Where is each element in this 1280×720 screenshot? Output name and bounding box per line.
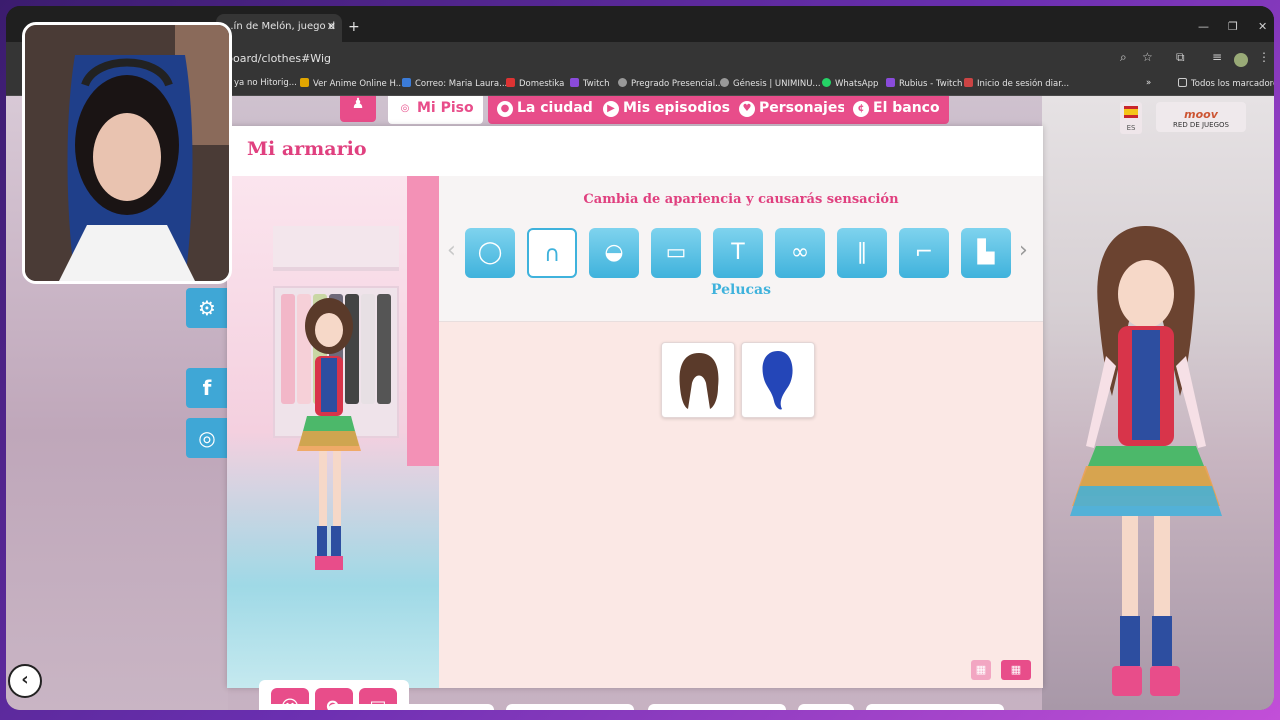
bookmark-6[interactable]: Pregrado Presencial... — [618, 78, 723, 89]
bookmark-icon — [964, 78, 973, 87]
bookmark-1[interactable]: ya no Hitorig... — [234, 78, 297, 88]
closet-shelf — [273, 226, 399, 271]
category-shirt[interactable]: T — [713, 228, 763, 278]
nav-la-ciudad[interactable]: ● La ciudad — [488, 96, 602, 124]
large-doll-character — [1070, 226, 1222, 696]
folder-icon — [1178, 78, 1187, 87]
closet-door — [407, 176, 439, 466]
category-hat[interactable]: ◒ — [589, 228, 639, 278]
item-brown-wig[interactable] — [661, 342, 735, 418]
bookmark-7[interactable]: Génesis | UNIMINU... — [720, 78, 821, 89]
bookmark-9[interactable]: Rubius - Twitch — [886, 78, 962, 89]
minimize-icon[interactable]: — — [1198, 20, 1209, 33]
all-bookmarks[interactable]: Todos los marcadores — [1178, 78, 1274, 89]
globe-icon — [618, 78, 627, 87]
whatsapp-icon — [822, 78, 831, 87]
zoom-icon[interactable]: ⌕ — [1120, 50, 1127, 65]
media-icon[interactable]: ≡ — [1212, 50, 1222, 64]
next-category-arrow-icon[interactable]: › — [1019, 238, 1028, 263]
facebook-icon[interactable]: f — [186, 368, 228, 408]
heart-icon: ♥ — [739, 101, 755, 117]
wardrobe-panel: Mi armario Cambia de apariencia y causar… — [227, 126, 1043, 710]
settings-gear-icon[interactable]: ⚙ — [186, 288, 228, 328]
bottom-tab[interactable] — [866, 704, 1004, 710]
bookmark-5[interactable]: Twitch — [570, 78, 610, 89]
mail-icon — [402, 78, 411, 87]
close-tab-icon[interactable]: ✕ — [327, 20, 336, 33]
avatar-nav-icon[interactable]: ♟ — [340, 96, 376, 122]
profile-avatar[interactable] — [1234, 53, 1248, 67]
instagram-icon[interactable]: ◎ — [186, 418, 228, 458]
extensions-icon[interactable]: ⧉ — [1176, 50, 1185, 65]
bookmark-4[interactable]: Domestika — [506, 78, 564, 89]
play-icon: ▶ — [603, 101, 619, 117]
category-header: Cambia de apariencia y causarás sensació… — [439, 176, 1043, 322]
category-jacket[interactable]: ▭ — [651, 228, 701, 278]
bottom-tab[interactable] — [264, 704, 314, 710]
small-doll-preview — [297, 298, 361, 570]
back-chevron-icon[interactable]: ‹ — [8, 664, 42, 698]
nav-el-banco[interactable]: ¢ El banco — [844, 96, 949, 124]
bottom-tab[interactable] — [506, 704, 634, 710]
webcam-overlay — [22, 22, 232, 284]
globe-icon — [720, 78, 729, 87]
wardrobe-main: Cambia de apariencia y causarás sensació… — [439, 176, 1043, 688]
language-flag[interactable]: ES — [1120, 102, 1142, 134]
category-label: Pelucas — [710, 282, 772, 298]
domestika-icon — [506, 78, 515, 87]
brown-wig-icon — [679, 353, 719, 409]
closet-preview: ☺ ⟳ ▣ — [227, 176, 439, 710]
url-field[interactable]: board/clothes#Wig — [226, 52, 331, 65]
location-icon: ● — [497, 101, 513, 117]
category-bra[interactable]: ∞ — [775, 228, 825, 278]
wardrobe-subtitle: Cambia de apariencia y causarás sensació… — [583, 192, 899, 207]
nav-mis-episodios[interactable]: ▶ Mis episodios — [594, 96, 739, 124]
category-socks[interactable]: ⌐ — [899, 228, 949, 278]
bookmark-icon — [300, 78, 309, 87]
bookmarks-overflow-icon[interactable]: » — [1146, 78, 1151, 88]
streamer-webcam-image — [25, 25, 229, 281]
bookmark-8[interactable]: WhatsApp — [822, 78, 878, 89]
grid-small-view-icon[interactable]: ▦ — [1001, 660, 1031, 680]
twitch-icon — [570, 78, 579, 87]
category-ring[interactable]: ◯ — [465, 228, 515, 278]
grid-large-view-icon[interactable]: ▦ — [971, 660, 991, 680]
new-tab-icon[interactable]: + — [348, 19, 360, 35]
bottom-tab[interactable] — [648, 704, 786, 710]
nav-mi-piso[interactable]: ◎ Mi Piso — [388, 96, 483, 124]
star-icon[interactable]: ☆ — [1142, 50, 1153, 64]
close-window-icon[interactable]: ✕ — [1258, 20, 1267, 33]
bottom-tab[interactable] — [328, 704, 494, 710]
home-icon: ◎ — [397, 101, 413, 117]
bottom-tab[interactable] — [798, 704, 854, 710]
nav-personajes[interactable]: ♥ Personajes — [730, 96, 855, 124]
bookmark-2[interactable]: Ver Anime Online H... — [300, 78, 404, 89]
category-wig[interactable]: ∩ — [527, 228, 577, 278]
browser-tab[interactable]: ...ín de Melón, juego d ✕ — [216, 14, 342, 42]
tab-title: ...ín de Melón, juego d — [224, 21, 336, 32]
prev-category-arrow-icon[interactable]: ‹ — [447, 238, 456, 263]
bookmark-10[interactable]: Inicio de sesión diar... — [964, 78, 1069, 89]
bookmark-3[interactable]: Correo: Maria Laura... — [402, 78, 507, 89]
category-boots[interactable]: ▙ — [961, 228, 1011, 278]
category-pants[interactable]: ∥ — [837, 228, 887, 278]
blue-wig-icon — [762, 351, 793, 410]
item-blue-wig[interactable] — [741, 342, 815, 418]
menu-icon[interactable]: ⋮ — [1258, 50, 1270, 64]
twitch-icon — [886, 78, 895, 87]
moov-logo[interactable]: moov RED DE JUEGOS — [1156, 102, 1246, 132]
panel-title: Mi armario — [247, 138, 367, 160]
restore-icon[interactable]: ❐ — [1228, 20, 1238, 33]
coin-icon: ¢ — [853, 101, 869, 117]
